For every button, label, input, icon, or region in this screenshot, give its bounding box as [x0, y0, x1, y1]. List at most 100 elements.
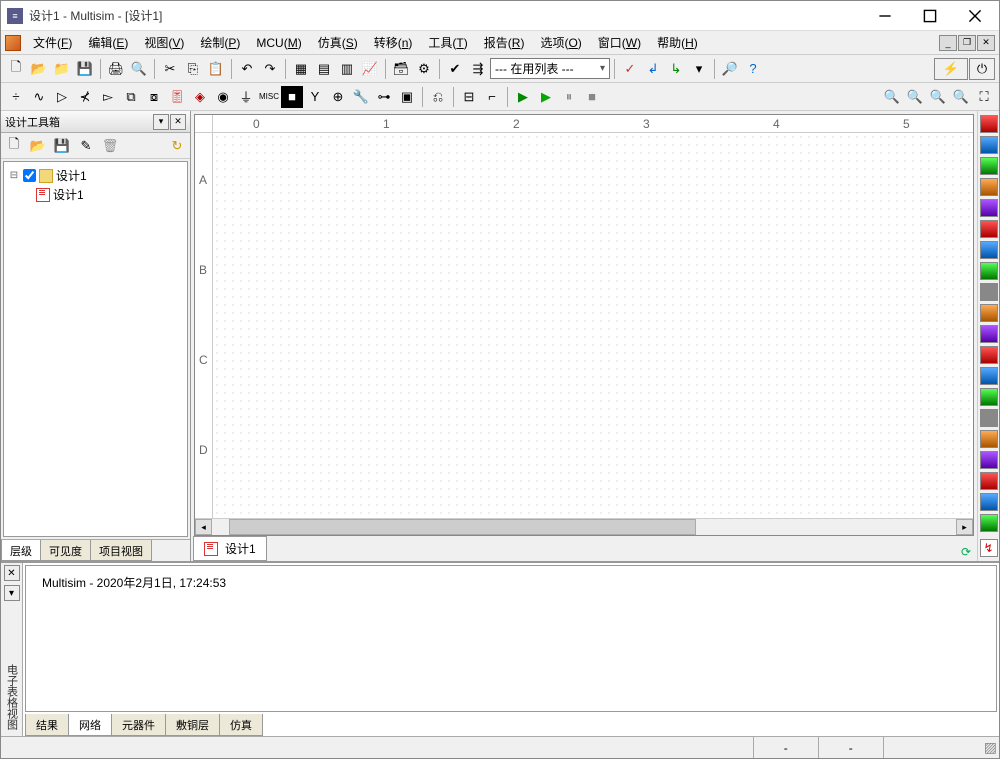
- probe-toggle-button[interactable]: ⚡: [934, 58, 968, 80]
- toggle-grid-button[interactable]: ▦: [290, 58, 312, 80]
- toolbox-delete-button[interactable]: 🗑: [99, 135, 121, 157]
- toolbox-rename-button[interactable]: ✎: [75, 135, 97, 157]
- scroll-thumb[interactable]: [229, 519, 696, 535]
- toggle-spreadsheet-button[interactable]: ▤: [313, 58, 335, 80]
- menu-v[interactable]: 视图(V): [136, 33, 192, 53]
- place-mcu-button[interactable]: ▣: [396, 86, 418, 108]
- network-analyzer-button[interactable]: [980, 388, 998, 406]
- zoom-area-button[interactable]: 🔍: [927, 86, 949, 108]
- menu-f[interactable]: 文件(F): [25, 33, 80, 53]
- find-button[interactable]: 🔎: [719, 58, 741, 80]
- bode-plotter-button[interactable]: [980, 220, 998, 238]
- refresh-icon[interactable]: ⟳: [957, 543, 975, 561]
- toolbox-close-button[interactable]: ✕: [170, 114, 186, 130]
- place-cmos-button[interactable]: ⧇: [143, 86, 165, 108]
- place-electromech-button[interactable]: ⊕: [327, 86, 349, 108]
- maximize-button[interactable]: [907, 1, 952, 30]
- tree-root-checkbox[interactable]: [23, 169, 36, 182]
- function-generator-button[interactable]: [980, 136, 998, 154]
- pause-button[interactable]: ⏸: [558, 86, 580, 108]
- menu-o[interactable]: 选项(O): [532, 33, 589, 53]
- forward-annotate-button[interactable]: ↳: [665, 58, 687, 80]
- tab-project-view[interactable]: 项目视图: [90, 540, 152, 561]
- database-button[interactable]: 🗃: [390, 58, 412, 80]
- new-button[interactable]: 🗋: [5, 58, 27, 80]
- erc-button[interactable]: ✔: [444, 58, 466, 80]
- place-misc-digital-button[interactable]: 🎚: [166, 86, 188, 108]
- toggle-netlist-button[interactable]: ▥: [336, 58, 358, 80]
- menu-p[interactable]: 绘制(P): [192, 33, 248, 53]
- toolbox-open-button[interactable]: 📂: [27, 135, 49, 157]
- frequency-counter-button[interactable]: [980, 241, 998, 259]
- redo-button[interactable]: ↷: [259, 58, 281, 80]
- interactive-button[interactable]: ▶: [512, 86, 534, 108]
- place-diode-button[interactable]: ▷: [51, 86, 73, 108]
- paste-button[interactable]: 📋: [205, 58, 227, 80]
- tab-hierarchy[interactable]: 层级: [1, 540, 41, 561]
- back-annotate-button[interactable]: ↲: [642, 58, 664, 80]
- current-probe-button[interactable]: ↯: [980, 539, 998, 557]
- horizontal-scrollbar[interactable]: ◂ ▸: [195, 518, 973, 535]
- menu-w[interactable]: 窗口(W): [590, 33, 649, 53]
- save-button[interactable]: 💾: [74, 58, 96, 80]
- place-basic-button[interactable]: ∿: [28, 86, 50, 108]
- close-button[interactable]: [952, 1, 997, 30]
- logic-converter-button[interactable]: [980, 304, 998, 322]
- resize-grip-icon[interactable]: ▨: [984, 739, 995, 756]
- postprocessor-button[interactable]: ⇶: [467, 58, 489, 80]
- minimize-button[interactable]: [862, 1, 907, 30]
- toolbox-new-button[interactable]: 🗋: [3, 135, 25, 157]
- place-power-button[interactable]: ⏚: [235, 86, 257, 108]
- bus-button[interactable]: ⊟: [458, 86, 480, 108]
- place-transistor-button[interactable]: ⊀: [74, 86, 96, 108]
- tree-child-node[interactable]: 设计1: [8, 185, 183, 204]
- mdi-restore-button[interactable]: ❐: [958, 35, 976, 51]
- tree-root-node[interactable]: ⊟ 设计1: [8, 166, 183, 185]
- multimeter-button[interactable]: [980, 115, 998, 133]
- drc-button[interactable]: ✓: [619, 58, 641, 80]
- copy-button[interactable]: ⎘: [182, 58, 204, 80]
- open-design-button[interactable]: 📁: [51, 58, 73, 80]
- mdi-close-button[interactable]: ✕: [977, 35, 995, 51]
- scroll-right-button[interactable]: ▸: [956, 519, 973, 535]
- help-button[interactable]: ?: [742, 58, 764, 80]
- schematic-grid[interactable]: [213, 133, 973, 518]
- spreadsheet-dropdown-button[interactable]: ▾: [4, 585, 20, 601]
- tab-visibility[interactable]: 可见度: [40, 540, 91, 561]
- place-advanced-button[interactable]: ■: [281, 86, 303, 108]
- place-connector-button[interactable]: ⊶: [373, 86, 395, 108]
- menu-n[interactable]: 转移(n): [366, 33, 421, 53]
- menu-s[interactable]: 仿真(S): [310, 33, 366, 53]
- grapher-button[interactable]: 📈: [359, 58, 381, 80]
- fullscreen-button[interactable]: ⛶: [973, 86, 995, 108]
- agilent-scope-button[interactable]: [980, 451, 998, 469]
- document-tab[interactable]: 设计1: [193, 536, 267, 561]
- agilent-fg-button[interactable]: [980, 409, 998, 427]
- wattmeter-button[interactable]: [980, 157, 998, 175]
- design-tree[interactable]: ⊟ 设计1 设计1: [3, 161, 188, 537]
- spreadsheet-log[interactable]: Multisim - 2020年2月1日, 17:24:53: [25, 565, 997, 712]
- mdi-minimize-button[interactable]: _: [939, 35, 957, 51]
- menu-h[interactable]: 帮助(H): [649, 33, 706, 53]
- place-indicator-button[interactable]: ◉: [212, 86, 234, 108]
- zoom-out-button[interactable]: 🔍: [904, 86, 926, 108]
- toolbox-refresh-button[interactable]: ↻: [166, 135, 188, 157]
- junction-button[interactable]: ⌐: [481, 86, 503, 108]
- menu-t[interactable]: 工具(T): [420, 33, 475, 53]
- place-ttl-button[interactable]: ⧉: [120, 86, 142, 108]
- spreadsheet-close-button[interactable]: ✕: [4, 565, 20, 581]
- place-ni-button[interactable]: 🔧: [350, 86, 372, 108]
- stop-button[interactable]: ■: [581, 86, 603, 108]
- cut-button[interactable]: ✂: [159, 58, 181, 80]
- oscilloscope-button[interactable]: [980, 178, 998, 196]
- expand-icon[interactable]: ⊟: [8, 170, 20, 181]
- print-preview-button[interactable]: 🔍: [128, 58, 150, 80]
- spectrum-analyzer-button[interactable]: [980, 367, 998, 385]
- zoom-in-button[interactable]: 🔍: [881, 86, 903, 108]
- four-channel-scope-button[interactable]: [980, 199, 998, 217]
- tektronix-scope-button[interactable]: [980, 472, 998, 490]
- print-button[interactable]: 🖨: [105, 58, 127, 80]
- toolbox-save-button[interactable]: 💾: [51, 135, 73, 157]
- tab-simulation[interactable]: 仿真: [219, 714, 263, 736]
- distortion-analyzer-button[interactable]: [980, 346, 998, 364]
